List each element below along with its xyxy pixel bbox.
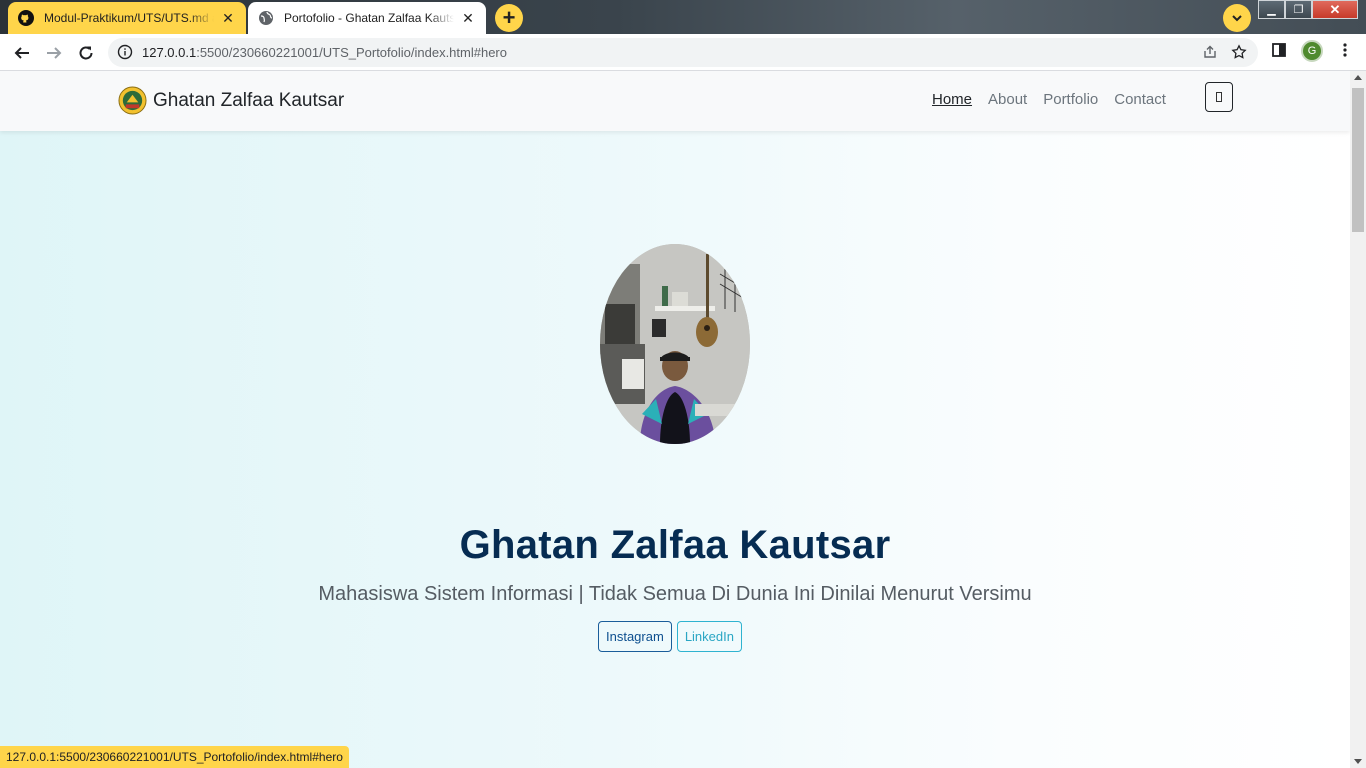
page-viewport: Ghatan Zalfaa Kautsar Home About Portfol… (0, 71, 1350, 768)
browser-toolbar: 127.0.0.1:5500/230660221001/UTS_Portofol… (0, 34, 1366, 71)
nav-link-home[interactable]: Home (932, 91, 972, 108)
linkedin-button[interactable]: LinkedIn (676, 621, 742, 652)
address-bar[interactable]: 127.0.0.1:5500/230660221001/UTS_Portofol… (108, 38, 1258, 67)
browser-tab-strip: Modul-Praktikum/UTS/UTS.md at ✕ Portofol… (0, 0, 1366, 34)
reload-icon (79, 46, 93, 60)
new-tab-button[interactable]: + (495, 4, 523, 32)
tab-title: Modul-Praktikum/UTS/UTS.md at (44, 11, 214, 25)
scroll-down-arrow-icon[interactable] (1354, 759, 1362, 764)
browser-tab-portofolio[interactable]: Portofolio - Ghatan Zalfaa Kautsar ✕ (248, 2, 486, 34)
info-icon[interactable] (117, 44, 133, 60)
brand-link[interactable]: Ghatan Zalfaa Kautsar (118, 86, 344, 115)
window-close-icon[interactable]: ✕ (1312, 0, 1358, 19)
profile-photo (600, 244, 750, 444)
scroll-up-arrow-icon[interactable] (1354, 75, 1362, 80)
brand-name: Ghatan Zalfaa Kautsar (153, 89, 345, 111)
reload-button[interactable] (74, 41, 98, 65)
browser-menu-button[interactable] (1336, 41, 1354, 64)
share-icon[interactable] (1202, 44, 1218, 60)
url-path: :5500/230660221001/UTS_Portofolio/index.… (196, 45, 507, 60)
github-icon (18, 10, 34, 26)
instagram-button[interactable]: Instagram (598, 621, 672, 652)
back-button[interactable] (10, 41, 34, 65)
arrow-left-icon (14, 47, 29, 59)
forward-button[interactable] (42, 41, 66, 65)
profile-button[interactable]: G (1301, 40, 1323, 62)
social-buttons: Instagram LinkedIn (598, 621, 747, 652)
window-controls: ▁ ❐ ✕ (1258, 0, 1358, 19)
profile-avatar: G (1301, 40, 1323, 62)
theme-toggle-button[interactable] (1205, 82, 1233, 112)
browser-tab-github[interactable]: Modul-Praktikum/UTS/UTS.md at ✕ (8, 2, 246, 34)
hero-tagline: Mahasiswa Sistem Informasi | Tidak Semua… (318, 583, 1032, 605)
side-panel-button[interactable] (1270, 41, 1288, 64)
nav-link-portfolio[interactable]: Portfolio (1043, 91, 1098, 108)
tab-close-icon[interactable]: ✕ (460, 10, 476, 26)
minimize-icon[interactable]: ▁ (1258, 0, 1285, 19)
side-panel-icon (1272, 43, 1286, 57)
nav-links: Home About Portfolio Contact (932, 91, 1182, 108)
arrow-right-icon (47, 47, 62, 59)
hero-name: Ghatan Zalfaa Kautsar (459, 523, 891, 567)
nav-link-contact[interactable]: Contact (1114, 91, 1166, 108)
link-status-bubble: 127.0.0.1:5500/230660221001/UTS_Portofol… (0, 746, 349, 768)
url-text[interactable]: 127.0.0.1:5500/230660221001/UTS_Portofol… (142, 45, 507, 60)
chevron-down-icon (1232, 15, 1242, 22)
tab-title: Portofolio - Ghatan Zalfaa Kautsar (284, 11, 454, 25)
tab-close-icon[interactable]: ✕ (220, 10, 236, 26)
missing-glyph-icon (1216, 92, 1222, 102)
bookmark-star-icon[interactable] (1231, 44, 1247, 60)
url-host: 127.0.0.1 (142, 45, 197, 60)
profile-photo-image (600, 244, 750, 444)
scrollbar-thumb[interactable] (1352, 88, 1364, 232)
page-scrollbar[interactable] (1350, 71, 1366, 768)
site-navbar: Ghatan Zalfaa Kautsar Home About Portfol… (0, 71, 1350, 131)
nav-link-about[interactable]: About (988, 91, 1027, 108)
university-logo-icon (118, 86, 147, 115)
restore-icon[interactable]: ❐ (1285, 0, 1312, 19)
tab-search-button[interactable] (1223, 4, 1251, 32)
globe-icon (259, 11, 273, 25)
kebab-menu-icon (1343, 43, 1347, 57)
